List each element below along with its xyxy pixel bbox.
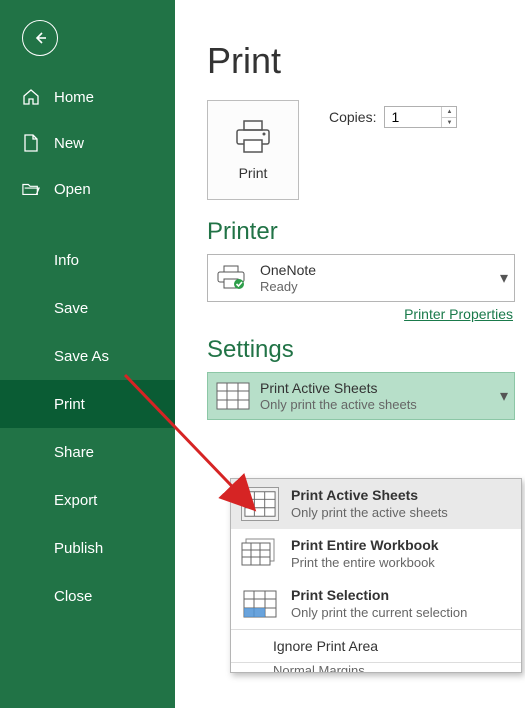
worksheet-icon	[216, 382, 250, 410]
copies-down[interactable]: ▼	[442, 118, 456, 129]
chevron-down-icon: ▾	[500, 268, 508, 288]
sidebar-open-label: Open	[54, 181, 91, 198]
workbook-icon	[241, 537, 279, 571]
sidebar-item-share[interactable]: Share	[0, 428, 175, 476]
copies-spinner[interactable]: ▲ ▼	[384, 106, 457, 128]
sidebar-open[interactable]: Open	[0, 166, 175, 212]
printer-section-title: Printer	[207, 218, 515, 246]
arrow-left-icon	[32, 30, 48, 46]
copies-up[interactable]: ▲	[442, 107, 456, 118]
printer-properties-link[interactable]: Printer Properties	[207, 306, 515, 322]
sidebar-item-saveas[interactable]: Save As	[0, 332, 175, 380]
home-icon	[22, 88, 40, 106]
sidebar-item-info[interactable]: Info	[0, 236, 175, 284]
selection-icon	[241, 587, 279, 621]
copies-label: Copies:	[329, 109, 376, 125]
page-title: Print	[207, 40, 515, 82]
folder-open-icon	[22, 180, 40, 198]
printer-selector[interactable]: OneNote Ready ▾	[207, 254, 515, 302]
copies-input[interactable]	[385, 107, 441, 127]
print-what-selector[interactable]: Print Active Sheets Only print the activ…	[207, 372, 515, 420]
option-active-sheets[interactable]: Print Active Sheets Only print the activ…	[231, 479, 521, 529]
chevron-down-icon: ▾	[500, 386, 508, 406]
copies-group: Copies: ▲ ▼	[329, 106, 457, 128]
print-what-subtitle: Only print the active sheets	[260, 397, 417, 413]
sidebar-item-close[interactable]: Close	[0, 572, 175, 620]
print-what-dropdown: Print Active Sheets Only print the activ…	[230, 478, 522, 673]
printer-status-icon	[216, 265, 250, 291]
sidebar-item-export[interactable]: Export	[0, 476, 175, 524]
print-what-title: Print Active Sheets	[260, 380, 417, 397]
option-entire-workbook[interactable]: Print Entire Workbook Print the entire w…	[231, 529, 521, 579]
print-button-label: Print	[239, 165, 268, 181]
new-file-icon	[22, 134, 40, 152]
printer-status: Ready	[260, 279, 316, 295]
printer-name: OneNote	[260, 262, 316, 279]
sidebar-home-label: Home	[54, 89, 94, 106]
sidebar-item-print[interactable]: Print	[0, 380, 175, 428]
sidebar-home[interactable]: Home	[0, 74, 175, 120]
margins-cutoff: Normal Margins	[231, 662, 521, 672]
worksheet-icon	[241, 487, 279, 521]
sidebar-new-label: New	[54, 135, 84, 152]
back-button[interactable]	[22, 20, 58, 56]
settings-section-title: Settings	[207, 336, 515, 364]
option-ignore-print-area[interactable]: Ignore Print Area	[231, 630, 521, 662]
print-button[interactable]: Print	[207, 100, 299, 200]
sidebar-new[interactable]: New	[0, 120, 175, 166]
option-selection[interactable]: Print Selection Only print the current s…	[231, 579, 521, 629]
sidebar-item-publish[interactable]: Publish	[0, 524, 175, 572]
backstage-sidebar: Home New Open Info Save Save As Print Sh…	[0, 0, 175, 708]
printer-icon	[233, 119, 273, 155]
sidebar-item-save[interactable]: Save	[0, 284, 175, 332]
